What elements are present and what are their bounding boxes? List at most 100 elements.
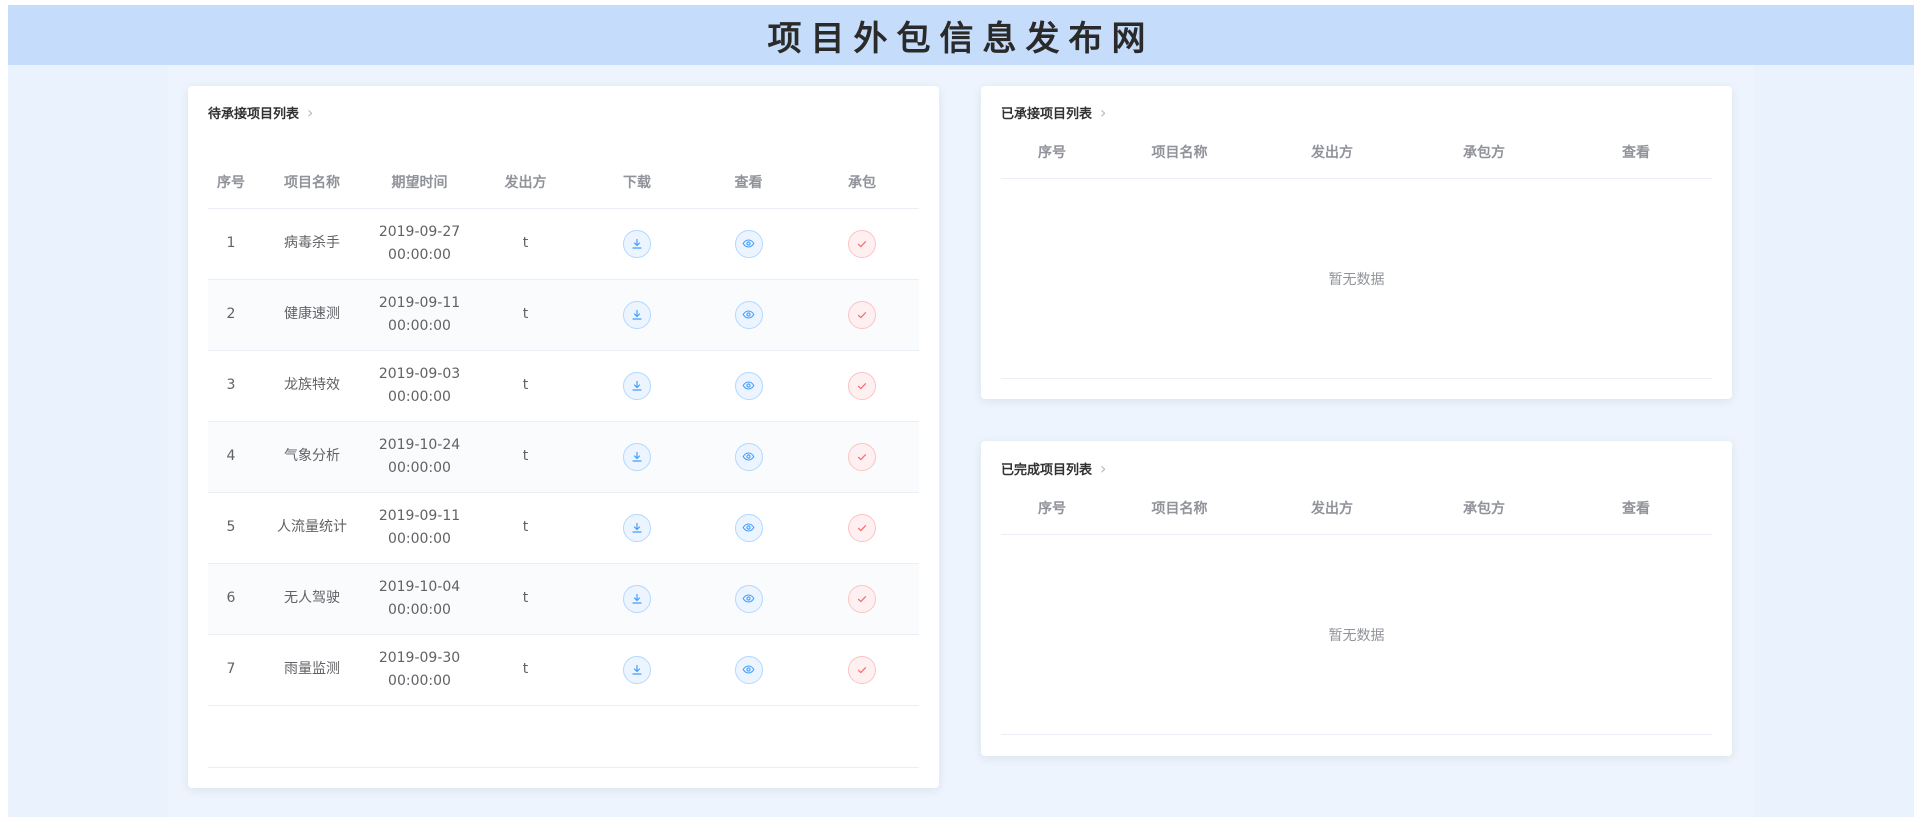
view-button[interactable] (734, 584, 763, 613)
table-row: 3 龙族特效 2019-09-03 00:00:00 t (208, 350, 919, 422)
download-button[interactable] (623, 584, 651, 613)
row-date: 2019-09-11 (378, 294, 461, 311)
eye-icon (742, 381, 755, 390)
row-index: 4 (208, 421, 254, 493)
download-icon (632, 380, 642, 391)
check-icon (857, 595, 867, 602)
download-icon (632, 522, 642, 533)
download-button[interactable] (623, 442, 651, 471)
download-icon (632, 664, 642, 675)
table-row: 5 人流量统计 2019-09-11 00:00:00 t (208, 492, 919, 564)
row-view-cell (692, 563, 805, 635)
row-time: 00:00:00 (388, 317, 451, 334)
row-contract-cell (805, 421, 919, 493)
contract-button[interactable] (848, 300, 876, 329)
download-button[interactable] (623, 513, 651, 542)
eye-icon (742, 594, 755, 603)
row-date: 2019-09-30 (378, 649, 461, 666)
row-download-cell (582, 634, 692, 706)
eye-icon (742, 452, 755, 461)
column-header-contract: 承包 (805, 156, 919, 209)
empty-state-text: 暂无数据 (1328, 272, 1385, 288)
view-button[interactable] (734, 300, 763, 329)
row-project-name: 雨量监测 (254, 634, 370, 706)
column-header-expected-time: 期望时间 (370, 156, 469, 209)
column-header-index: 序号 (1001, 482, 1103, 535)
row-expected-time: 2019-09-11 00:00:00 (370, 492, 469, 564)
column-header-name: 项目名称 (1103, 482, 1256, 535)
column-header-sender: 发出方 (469, 156, 582, 209)
row-project-name: 健康速测 (254, 279, 370, 351)
table-row: 2 健康速测 2019-09-11 00:00:00 t (208, 279, 919, 351)
pending-projects-panel: 待承接项目列表 › 序号 项目名称 期望时间 发出方 下载 查看 承包 1 病毒… (188, 86, 939, 788)
table-bottom-border (1001, 378, 1712, 379)
row-expected-time: 2019-09-30 00:00:00 (370, 634, 469, 706)
column-header-index: 序号 (1001, 126, 1103, 179)
completed-projects-header[interactable]: 已完成项目列表 › (1001, 459, 1106, 478)
row-view-cell (692, 350, 805, 422)
check-icon (857, 453, 867, 460)
row-project-name: 气象分析 (254, 421, 370, 493)
contract-button[interactable] (848, 371, 876, 400)
view-button[interactable] (734, 513, 763, 542)
completed-projects-panel: 已完成项目列表 › 序号 项目名称 发出方 承包方 查看 暂无数据 (981, 441, 1732, 756)
accepted-projects-header[interactable]: 已承接项目列表 › (1001, 103, 1106, 122)
contract-button[interactable] (848, 513, 876, 542)
column-header-contractor: 承包方 (1408, 126, 1560, 179)
contract-button[interactable] (848, 584, 876, 613)
row-index: 3 (208, 350, 254, 422)
check-icon (857, 240, 867, 247)
row-sender: t (469, 421, 582, 493)
column-header-download: 下载 (582, 156, 692, 209)
accepted-projects-title: 已承接项目列表 (1001, 107, 1093, 122)
table-row: 7 雨量监测 2019-09-30 00:00:00 t (208, 634, 919, 706)
row-download-cell (582, 350, 692, 422)
row-expected-time: 2019-10-04 00:00:00 (370, 563, 469, 635)
row-view-cell (692, 279, 805, 351)
view-button[interactable] (734, 229, 763, 258)
view-button[interactable] (734, 442, 763, 471)
check-icon (857, 666, 867, 673)
row-expected-time: 2019-09-03 00:00:00 (370, 350, 469, 422)
row-sender: t (469, 492, 582, 564)
site-header: 项目外包信息发布网 (8, 5, 1914, 65)
row-sender: t (469, 208, 582, 280)
table-header-row: 序号 项目名称 发出方 承包方 查看 (1001, 482, 1712, 535)
download-icon (632, 451, 642, 462)
pending-projects-table: 序号 项目名称 期望时间 发出方 下载 查看 承包 1 病毒杀手 2019-09… (208, 156, 919, 706)
pending-projects-header[interactable]: 待承接项目列表 › (208, 103, 313, 122)
row-download-cell (582, 279, 692, 351)
column-header-sender: 发出方 (1256, 126, 1408, 179)
view-button[interactable] (734, 371, 763, 400)
column-header-contractor: 承包方 (1408, 482, 1560, 535)
table-bottom-border (1001, 734, 1712, 735)
contract-button[interactable] (848, 655, 876, 684)
column-header-sender: 发出方 (1256, 482, 1408, 535)
column-header-index: 序号 (208, 156, 254, 209)
column-header-name: 项目名称 (1103, 126, 1256, 179)
row-index: 5 (208, 492, 254, 564)
column-header-view: 查看 (1560, 482, 1712, 535)
row-date: 2019-09-11 (378, 507, 461, 524)
row-time: 00:00:00 (388, 459, 451, 476)
download-icon (632, 309, 642, 320)
row-index: 6 (208, 563, 254, 635)
view-button[interactable] (734, 655, 763, 684)
download-button[interactable] (623, 229, 651, 258)
row-time: 00:00:00 (388, 246, 451, 263)
download-button[interactable] (623, 655, 651, 684)
row-expected-time: 2019-09-11 00:00:00 (370, 279, 469, 351)
row-expected-time: 2019-09-27 00:00:00 (370, 208, 469, 280)
check-icon (857, 311, 867, 318)
download-button[interactable] (623, 371, 651, 400)
check-icon (857, 382, 867, 389)
row-contract-cell (805, 492, 919, 564)
contract-button[interactable] (848, 442, 876, 471)
row-sender: t (469, 563, 582, 635)
row-contract-cell (805, 350, 919, 422)
chevron-right-icon: › (1100, 459, 1107, 478)
row-download-cell (582, 208, 692, 280)
download-button[interactable] (623, 300, 651, 329)
eye-icon (742, 523, 755, 532)
contract-button[interactable] (848, 229, 876, 258)
